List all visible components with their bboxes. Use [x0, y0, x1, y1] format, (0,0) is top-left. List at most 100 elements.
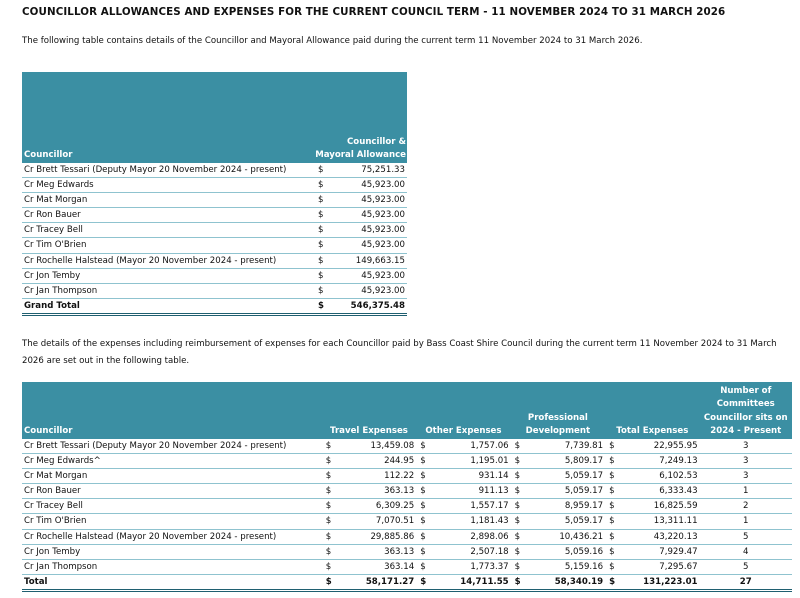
table-row: Cr Jan Thompson $45,923.00 — [22, 283, 407, 299]
professional-value: 5,059.17 — [531, 513, 606, 530]
other-value: 1,557.17 — [436, 498, 511, 515]
other-value: 1,773.37 — [436, 559, 511, 575]
allowance-value: 149,663.15 — [334, 253, 407, 269]
other-value: 14,711.55 — [436, 573, 511, 592]
allowance-value: 45,923.00 — [334, 283, 407, 299]
currency-symbol: $ — [314, 297, 334, 316]
other-value: 2,507.18 — [436, 544, 511, 560]
currency-symbol: $ — [605, 573, 626, 592]
currency-symbol: $ — [314, 268, 334, 284]
travel-value: 6,309.25 — [342, 498, 417, 515]
other-header: Other Expenses — [416, 382, 511, 439]
councillor-name: Cr Ron Bauer — [22, 207, 314, 224]
councillor-name: Cr Brett Tessari (Deputy Mayor 20 Novemb… — [22, 439, 322, 455]
professional-value: 10,436.21 — [531, 529, 606, 545]
currency-symbol: $ — [510, 559, 532, 575]
currency-symbol: $ — [321, 573, 343, 592]
committees-value: 27 — [699, 573, 792, 592]
total-value: 6,333.43 — [625, 483, 700, 500]
currency-symbol: $ — [605, 559, 626, 575]
currency-symbol: $ — [605, 544, 626, 560]
councillor-name: Cr Rochelle Halstead (Mayor 20 November … — [22, 529, 322, 545]
currency-symbol: $ — [510, 468, 532, 485]
councillor-name: Cr Jan Thompson — [22, 283, 314, 299]
professional-header: Professional Development — [510, 382, 606, 439]
currency-symbol: $ — [416, 513, 437, 530]
currency-symbol: $ — [416, 483, 437, 500]
councillor-name: Cr Tracey Bell — [22, 222, 314, 239]
total-value: 7,295.67 — [625, 559, 700, 575]
currency-symbol: $ — [510, 573, 532, 592]
total-label: Total — [22, 573, 322, 592]
currency-symbol: $ — [321, 559, 343, 575]
currency-symbol: $ — [314, 177, 334, 194]
committees-value: 3 — [699, 439, 792, 455]
total-value: 7,929.47 — [625, 544, 700, 560]
councillor-name: Cr Jon Temby — [22, 268, 314, 284]
currency-symbol: $ — [510, 544, 532, 560]
councillor-name: Cr Tim O'Brien — [22, 237, 314, 254]
expenses-intro: The details of the expenses including re… — [22, 339, 777, 366]
currency-symbol: $ — [605, 498, 626, 515]
currency-symbol: $ — [605, 513, 626, 530]
committees-header: Number of Committees Councillor sits on … — [699, 382, 792, 439]
councillor-name: Cr Rochelle Halstead (Mayor 20 November … — [22, 253, 314, 269]
currency-symbol: $ — [321, 453, 343, 470]
currency-symbol: $ — [416, 453, 437, 470]
expenses-header-row: Councillor Travel Expenses Other Expense… — [22, 382, 792, 439]
currency-symbol: $ — [321, 544, 343, 560]
currency-symbol: $ — [321, 513, 343, 530]
page-title: COUNCILLOR ALLOWANCES AND EXPENSES FOR T… — [22, 6, 726, 18]
total-value: 22,955.95 — [625, 439, 700, 455]
table-row: Cr Tim O'Brien $7,070.51 $1,181.43 $5,059.1… — [22, 513, 792, 530]
currency-symbol: $ — [605, 468, 626, 485]
councillor-name: Cr Mat Morgan — [22, 192, 314, 209]
allowance-header-row: Councillor Councillor & Mayoral Allowanc… — [22, 72, 407, 163]
total-value: 6,102.53 — [625, 468, 700, 485]
table-row: Cr Mat Morgan $112.22 $931.14 $5,059.17 $6,1… — [22, 468, 792, 485]
other-value: 1,757.06 — [436, 439, 511, 455]
total-allowance: 546,375.48 — [334, 297, 407, 316]
professional-value: 5,059.17 — [531, 483, 606, 500]
currency-symbol: $ — [314, 237, 334, 254]
committees-value: 5 — [699, 559, 792, 575]
travel-header: Travel Expenses — [321, 382, 417, 439]
committees-value: 1 — [699, 513, 792, 530]
currency-symbol: $ — [510, 529, 532, 545]
travel-value: 13,459.08 — [342, 439, 417, 455]
travel-value: 363.13 — [342, 483, 417, 500]
currency-symbol: $ — [314, 192, 334, 209]
table-row: Cr Jan Thompson $363.14 $1,773.37 $5,159.16… — [22, 559, 792, 575]
currency-symbol: $ — [321, 498, 343, 515]
total-value: 16,825.59 — [625, 498, 700, 515]
currency-symbol: $ — [416, 439, 437, 455]
professional-value: 5,059.16 — [531, 544, 606, 560]
table-row: Cr Jon Temby $363.13 $2,507.18 $5,059.16 $7,… — [22, 544, 792, 560]
travel-value: 244.95 — [342, 453, 417, 470]
allowance-value: 45,923.00 — [334, 222, 407, 239]
currency-symbol: $ — [314, 253, 334, 269]
councillor-name: Cr Tracey Bell — [22, 498, 322, 515]
councillor-name: Cr Jon Temby — [22, 544, 322, 560]
committees-value: 1 — [699, 483, 792, 500]
other-value: 1,181.43 — [436, 513, 511, 530]
total-value: 131,223.01 — [625, 573, 700, 592]
currency-symbol: $ — [321, 468, 343, 485]
councillor-name: Cr Mat Morgan — [22, 468, 322, 485]
table-row: Cr Rochelle Halstead (Mayor 20 November … — [22, 529, 792, 545]
travel-value: 58,171.27 — [342, 573, 417, 592]
allowance-value: 45,923.00 — [334, 237, 407, 254]
currency-symbol: $ — [605, 529, 626, 545]
councillor-name: Cr Meg Edwards — [22, 177, 314, 194]
currency-symbol: $ — [314, 207, 334, 224]
councillor-name: Cr Jan Thompson — [22, 559, 322, 575]
currency-symbol: $ — [321, 529, 343, 545]
currency-symbol: $ — [416, 529, 437, 545]
committees-value: 3 — [699, 468, 792, 485]
committees-value: 5 — [699, 529, 792, 545]
table-row: Cr Tim O'Brien $45,923.00 — [22, 237, 407, 254]
other-value: 2,898.06 — [436, 529, 511, 545]
travel-value: 363.13 — [342, 544, 417, 560]
professional-value: 7,739.81 — [531, 439, 606, 455]
allowance-intro: The following table contains details of … — [22, 36, 643, 46]
